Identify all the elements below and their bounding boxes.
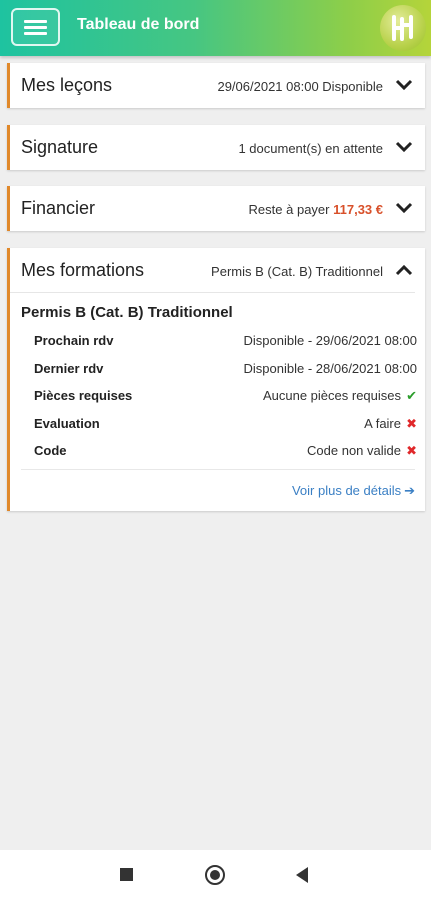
chevron-down-icon[interactable]	[395, 79, 413, 91]
card-summary: Permis B (Cat. B) Traditionnel	[211, 264, 383, 279]
card-summary: 1 document(s) en attente	[238, 141, 383, 156]
detail-row-code: Code Code non valide ✖	[34, 440, 417, 468]
card-lessons[interactable]: Mes leçons 29/06/2021 08:00 Disponible	[7, 63, 425, 108]
page-title: Tableau de bord	[77, 16, 200, 33]
formation-title: Permis B (Cat. B) Traditionnel	[21, 304, 233, 321]
card-header[interactable]: Signature 1 document(s) en attente	[10, 125, 425, 170]
row-label: Prochain rdv	[34, 333, 114, 348]
row-value: Disponible - 29/06/2021 08:00	[243, 333, 417, 348]
chevron-down-icon[interactable]	[395, 202, 413, 214]
card-summary: Reste à payer 117,33 €	[249, 202, 383, 217]
detail-row-evaluation: Evaluation A faire ✖	[34, 413, 417, 441]
top-app-bar: Tableau de bord	[0, 0, 431, 56]
divider	[21, 469, 415, 470]
card-header[interactable]: Financier Reste à payer 117,33 €	[10, 186, 425, 231]
detail-row-required-documents: Pièces requises Aucune pièces requises ✔	[34, 385, 417, 413]
balance-amount: 117,33 €	[333, 202, 383, 217]
card-title: Mes formations	[21, 260, 145, 280]
cross-icon: ✖	[406, 443, 417, 458]
row-label: Pièces requises	[34, 388, 133, 403]
card-formations: Mes formations Permis B (Cat. B) Traditi…	[7, 248, 425, 511]
card-summary: 29/06/2021 08:00 Disponible	[217, 79, 383, 94]
card-header[interactable]: Mes leçons 29/06/2021 08:00 Disponible	[10, 63, 425, 108]
row-value: Aucune pièces requises ✔	[262, 388, 417, 403]
detail-row-next-appointment: Prochain rdv Disponible - 29/06/2021 08:…	[34, 330, 417, 358]
check-icon: ✔	[406, 388, 417, 403]
card-title: Financier	[21, 198, 96, 218]
chevron-down-icon[interactable]	[395, 141, 413, 153]
detail-row-last-appointment: Dernier rdv Disponible - 28/06/2021 08:0…	[34, 358, 417, 386]
recent-apps-icon[interactable]	[120, 868, 133, 881]
system-navigation-bar	[0, 850, 431, 900]
card-header[interactable]: Mes formations Permis B (Cat. B) Traditi…	[10, 248, 415, 293]
cross-icon: ✖	[406, 415, 417, 431]
card-title: Signature	[21, 137, 99, 157]
balance-label: Reste à payer	[248, 202, 330, 217]
row-value: Disponible - 28/06/2021 08:00	[243, 360, 417, 376]
formation-details: Prochain rdv Disponible - 29/06/2021 08:…	[34, 330, 417, 468]
home-icon[interactable]	[205, 865, 225, 885]
row-value: Code non valide ✖	[307, 443, 417, 458]
hamburger-icon	[24, 20, 47, 23]
row-label: Code	[34, 443, 67, 458]
more-details-link[interactable]: Voir plus de détails ➔	[292, 483, 415, 499]
card-signature[interactable]: Signature 1 document(s) en attente	[7, 125, 425, 170]
card-financier[interactable]: Financier Reste à payer 117,33 €	[7, 186, 425, 231]
back-icon[interactable]	[296, 867, 308, 883]
row-label: Dernier rdv	[34, 360, 104, 376]
chevron-up-icon[interactable]	[395, 264, 413, 276]
row-label: Evaluation	[34, 415, 100, 431]
arrow-right-icon: ➔	[404, 483, 415, 498]
card-title: Mes leçons	[21, 75, 113, 95]
row-value: A faire ✖	[364, 415, 417, 431]
brand-logo[interactable]	[380, 5, 426, 51]
menu-button[interactable]	[11, 8, 60, 46]
